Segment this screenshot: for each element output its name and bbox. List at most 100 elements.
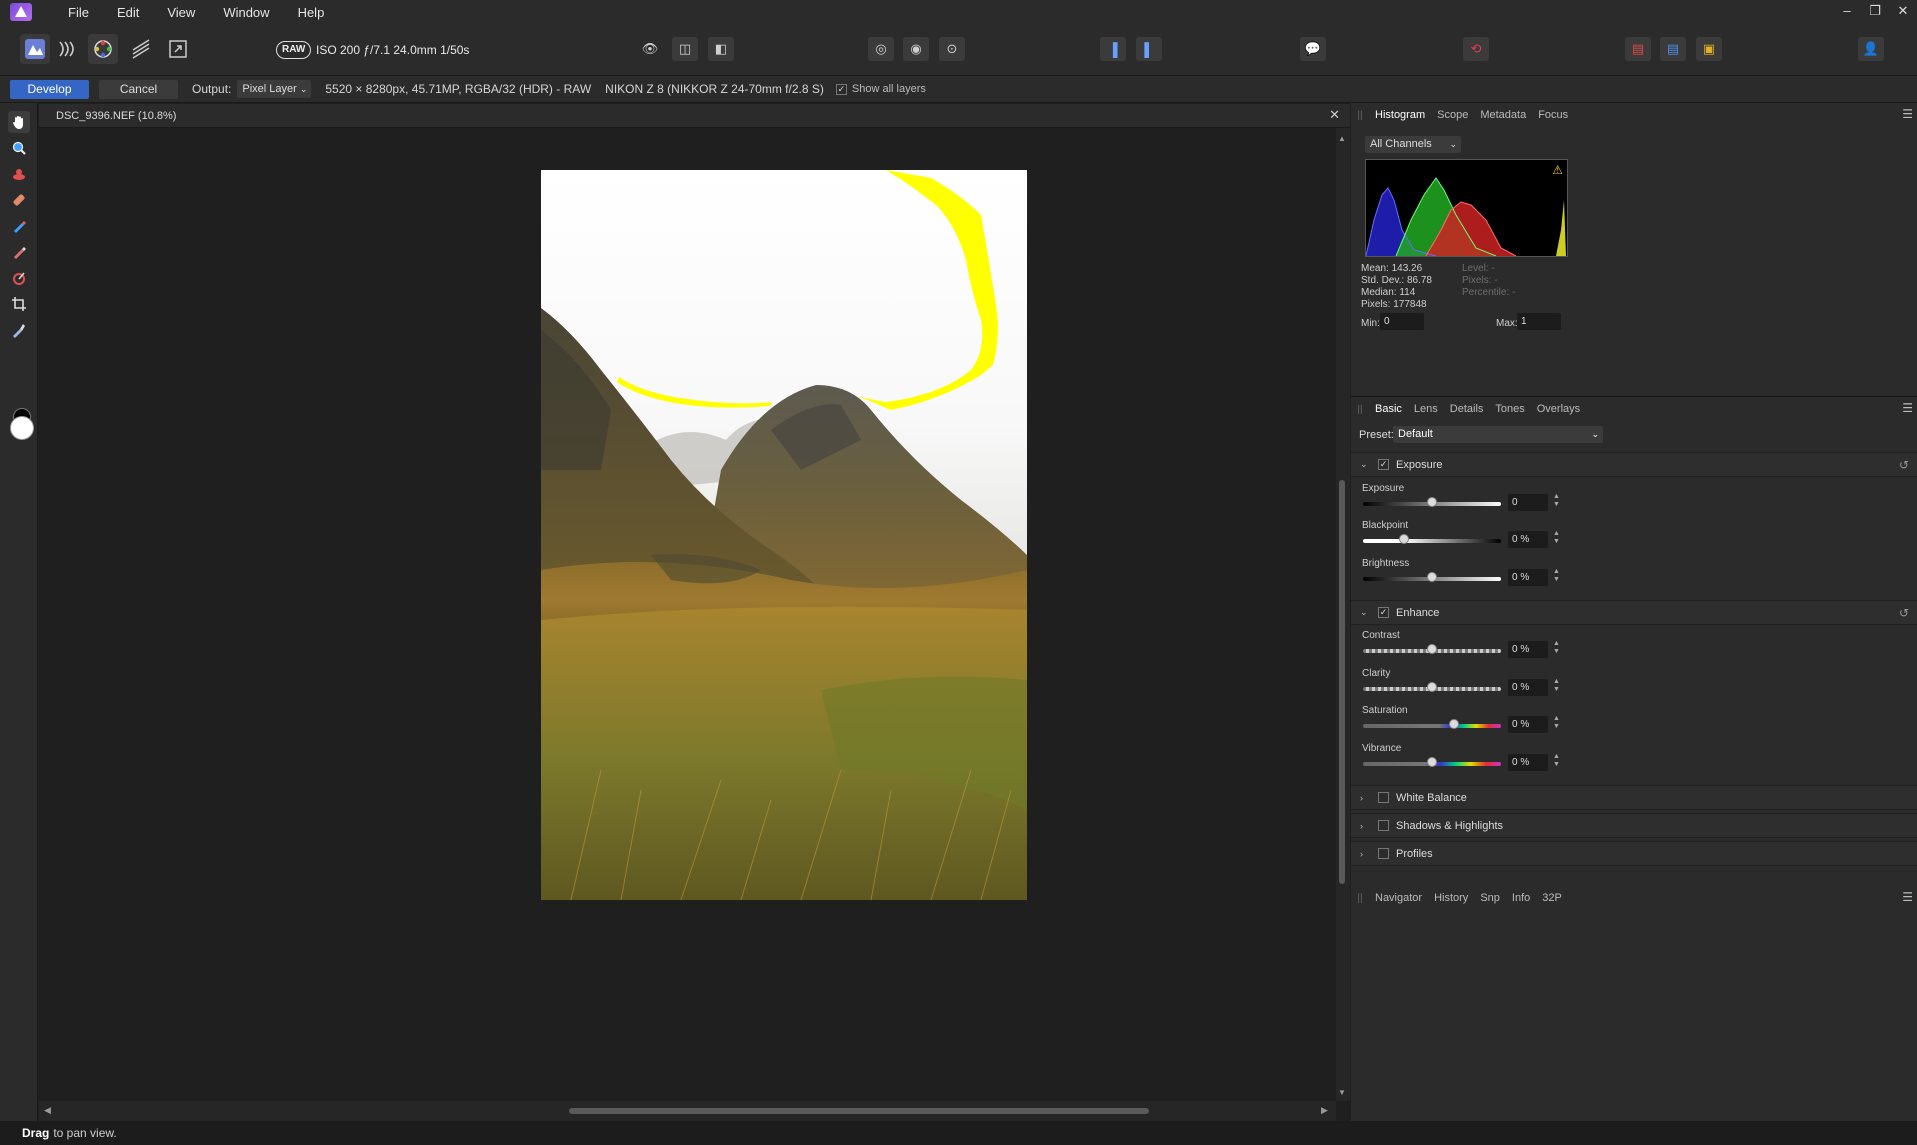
color-swatch[interactable] [10, 408, 34, 448]
stepper-icon[interactable]: ▲ ▼ [1553, 640, 1560, 656]
liquify-persona-icon[interactable] [52, 34, 82, 64]
exposure-group-header[interactable]: ⌄ ✓ Exposure ↺ [1351, 452, 1917, 477]
white-balance-group-header[interactable]: › White Balance [1351, 785, 1917, 810]
chevron-down-icon[interactable]: ⌄ [1360, 459, 1370, 470]
enhance-group-header[interactable]: ⌄ ✓ Enhance ↺ [1351, 600, 1917, 625]
assistant-chat-icon[interactable]: 💬 [1300, 37, 1326, 61]
show-all-layers-checkbox[interactable]: ✓ [835, 83, 847, 95]
photo-preview[interactable] [541, 170, 1027, 900]
tab-lens[interactable]: Lens [1408, 403, 1444, 415]
blackpoint-value-field[interactable]: 0 % [1508, 531, 1548, 548]
zoom-tool-icon[interactable] [8, 137, 30, 159]
tab-metadata[interactable]: Metadata [1474, 109, 1532, 121]
blemish-tool-icon[interactable] [8, 189, 30, 211]
chevron-right-icon[interactable]: › [1360, 793, 1370, 803]
tone-mapping-persona-icon[interactable] [126, 34, 156, 64]
enhance-enable-checkbox[interactable]: ✓ [1378, 607, 1389, 618]
show-all-layers-toggle[interactable]: ✓ Show all layers [835, 83, 926, 95]
exposure-slider-knob[interactable] [1427, 497, 1437, 507]
tab-navigator[interactable]: Navigator [1369, 892, 1428, 904]
assistant-left-icon[interactable]: ▐ [1100, 37, 1126, 61]
profiles-group-header[interactable]: › Profiles [1351, 841, 1917, 866]
tab-32p[interactable]: 32P [1536, 892, 1568, 904]
clarity-slider-knob[interactable] [1427, 682, 1437, 692]
mask-icon[interactable]: ⟲ [1463, 37, 1489, 61]
user-account-icon[interactable]: 👤 [1858, 37, 1884, 61]
shadows-highlights-group-header[interactable]: › Shadows & Highlights [1351, 813, 1917, 838]
panel-grip-icon[interactable]: || [1351, 893, 1369, 904]
channel-select[interactable]: All Channels ⌄ [1365, 136, 1461, 153]
vibrance-value-field[interactable]: 0 % [1508, 754, 1548, 771]
brightness-slider-knob[interactable] [1427, 572, 1437, 582]
exposure-value-field[interactable]: 0 [1508, 494, 1548, 511]
split-view-icon[interactable]: ◫ [672, 37, 698, 61]
stepper-icon[interactable]: ▲ ▼ [1553, 568, 1560, 584]
red-eye-tool-icon[interactable] [8, 163, 30, 185]
panel-menu-icon[interactable]: ☰ [1902, 401, 1913, 415]
develop-persona-icon[interactable] [88, 34, 118, 64]
tab-scope[interactable]: Scope [1431, 109, 1474, 121]
saturation-value-field[interactable]: 0 % [1508, 716, 1548, 733]
minimize-button[interactable]: – [1833, 0, 1861, 24]
max-field[interactable]: 1 [1517, 313, 1561, 330]
contrast-slider-knob[interactable] [1427, 644, 1437, 654]
preset-select[interactable]: Default ⌄ [1393, 426, 1603, 443]
shadows-highlights-enable-checkbox[interactable] [1378, 820, 1389, 831]
blackpoint-slider-track[interactable] [1363, 539, 1501, 543]
primary-color-swatch[interactable] [10, 416, 34, 440]
reset-icon[interactable]: ↺ [1899, 458, 1909, 472]
tab-details[interactable]: Details [1444, 403, 1490, 415]
mirror-view-icon[interactable]: ◧ [708, 37, 734, 61]
menu-view[interactable]: View [153, 5, 209, 20]
stepper-icon[interactable]: ▲ ▼ [1553, 753, 1560, 769]
chevron-right-icon[interactable]: › [1360, 821, 1370, 831]
overlay-blue-icon[interactable]: ▤ [1660, 37, 1686, 61]
vibrance-slider-knob[interactable] [1427, 757, 1437, 767]
eye-icon[interactable]: 👁 [637, 37, 663, 61]
menu-edit[interactable]: Edit [103, 5, 153, 20]
panel-menu-icon[interactable]: ☰ [1902, 890, 1913, 904]
restore-button[interactable]: ❐ [1861, 0, 1889, 24]
scroll-down-icon[interactable]: ▼ [1338, 1088, 1346, 1097]
tab-history[interactable]: History [1428, 892, 1474, 904]
output-select[interactable]: Pixel Layer ⌄ [237, 80, 312, 98]
white-balance-picker-icon[interactable] [8, 319, 30, 341]
scroll-right-icon[interactable]: ▶ [1321, 1105, 1328, 1116]
horizontal-scroll-thumb[interactable] [569, 1108, 1149, 1114]
scroll-up-icon[interactable]: ▲ [1338, 134, 1346, 143]
saturation-slider-track[interactable] [1363, 724, 1501, 728]
tab-info[interactable]: Info [1506, 892, 1536, 904]
menu-window[interactable]: Window [209, 5, 283, 20]
overlay-paint-tool-icon[interactable] [8, 215, 30, 237]
clip-tones-icon[interactable]: ⊙ [939, 37, 965, 61]
overlay-erase-tool-icon[interactable] [8, 241, 30, 263]
close-window-button[interactable]: ✕ [1889, 0, 1917, 24]
stepper-icon[interactable]: ▲ ▼ [1553, 715, 1560, 731]
stepper-icon[interactable]: ▲ ▼ [1553, 530, 1560, 546]
stepper-icon[interactable]: ▲ ▼ [1553, 493, 1560, 509]
close-icon[interactable]: ✕ [1329, 107, 1340, 123]
panel-menu-icon[interactable]: ☰ [1902, 107, 1913, 121]
menu-file[interactable]: File [54, 5, 103, 20]
hand-tool-icon[interactable] [8, 111, 30, 133]
cancel-button[interactable]: Cancel [99, 79, 178, 99]
tab-focus[interactable]: Focus [1532, 109, 1574, 121]
export-persona-icon[interactable] [163, 34, 193, 64]
clip-shadows-icon[interactable]: ◉ [903, 37, 929, 61]
min-field[interactable]: 0 [1380, 313, 1424, 330]
vertical-scrollbar[interactable]: ▲ ▼ [1336, 128, 1350, 1101]
stepper-icon[interactable]: ▲ ▼ [1553, 678, 1560, 694]
clarity-value-field[interactable]: 0 % [1508, 679, 1548, 696]
exposure-enable-checkbox[interactable]: ✓ [1378, 459, 1389, 470]
tab-tones[interactable]: Tones [1489, 403, 1530, 415]
tab-histogram[interactable]: Histogram [1369, 109, 1431, 121]
overlay-red-icon[interactable]: ▤ [1625, 37, 1651, 61]
overlay-gradient-tool-icon[interactable] [8, 267, 30, 289]
tab-overlays[interactable]: Overlays [1531, 403, 1586, 415]
menu-help[interactable]: Help [284, 5, 339, 20]
canvas[interactable] [39, 128, 1335, 1101]
tab-basic[interactable]: Basic [1369, 403, 1408, 415]
overlay-yellow-icon[interactable]: ▣ [1696, 37, 1722, 61]
white-balance-enable-checkbox[interactable] [1378, 792, 1389, 803]
chevron-right-icon[interactable]: › [1360, 849, 1370, 859]
